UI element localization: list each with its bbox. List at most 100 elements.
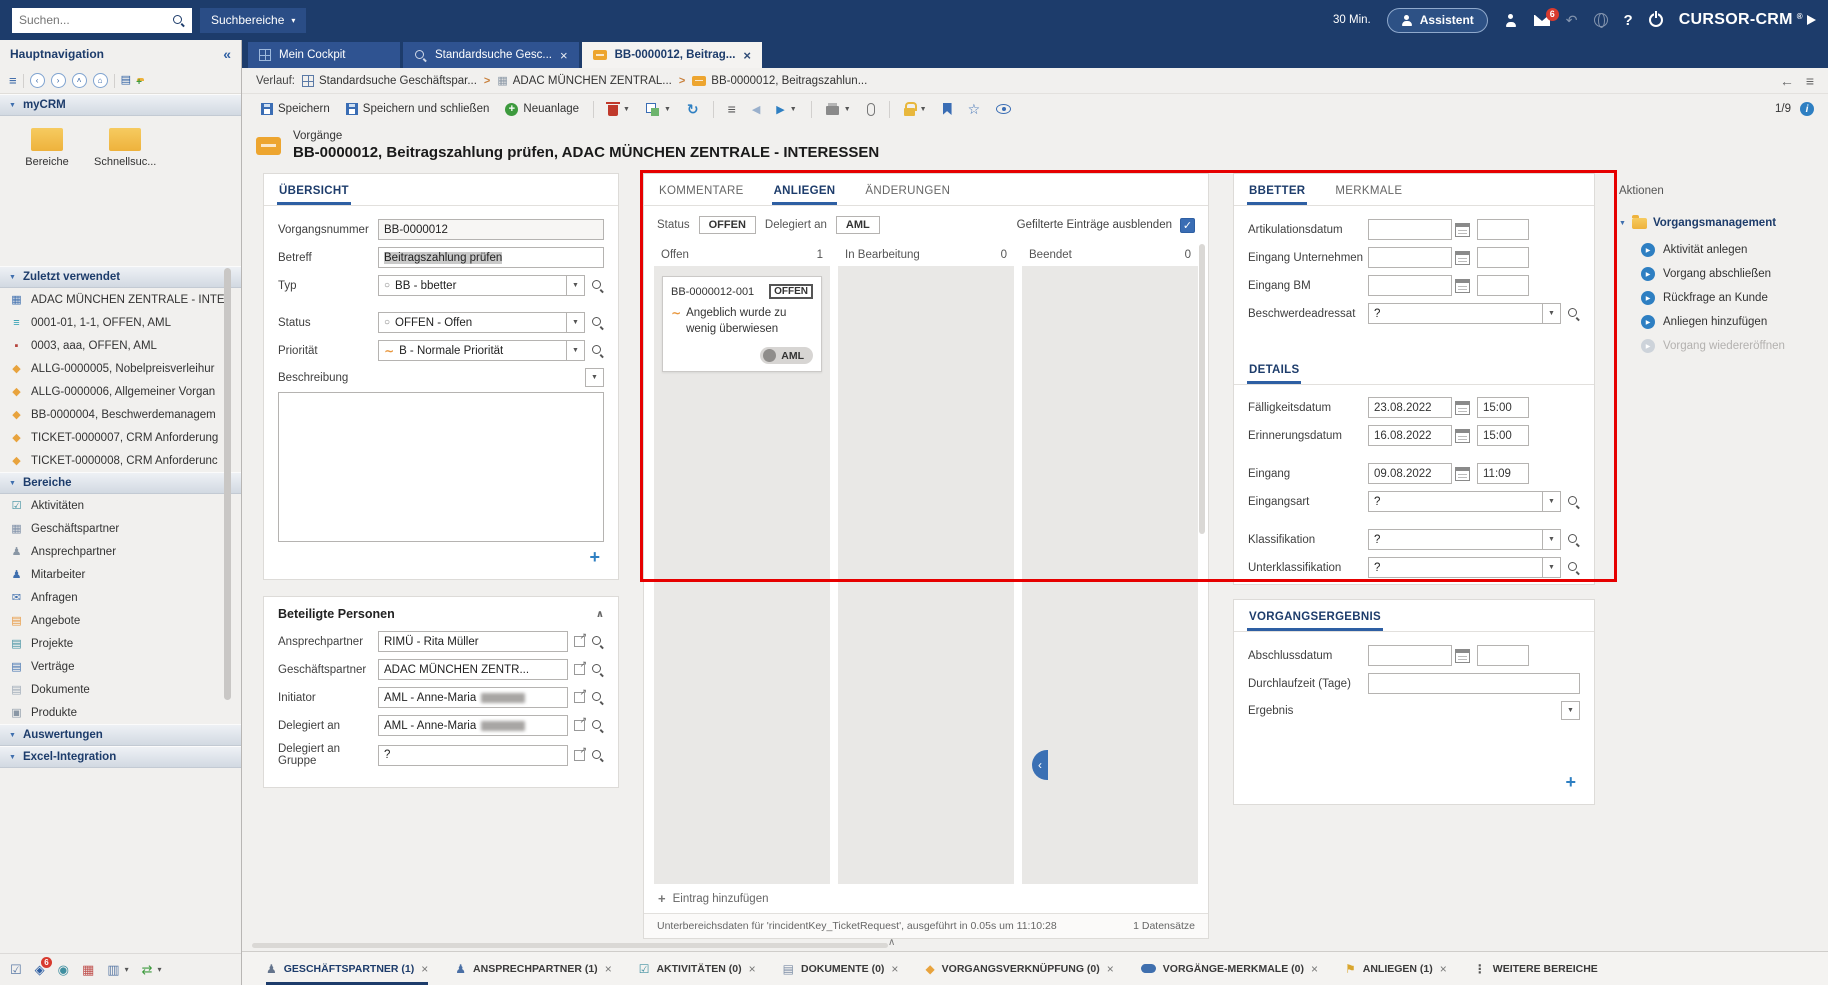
initiator-input[interactable]: AML - Anne-Maria bbox=[378, 687, 568, 708]
close-icon[interactable]: × bbox=[743, 48, 751, 63]
favorite-button[interactable]: ☆ bbox=[963, 98, 986, 121]
recent-item[interactable]: ◆TICKET-0000007, CRM Anforderung bbox=[0, 426, 241, 449]
lookup-search-icon[interactable] bbox=[591, 635, 604, 648]
info-icon[interactable]: i bbox=[1800, 102, 1814, 116]
help-button[interactable]: ? bbox=[1624, 12, 1633, 29]
sidebar-item-vertraege[interactable]: ▤Verträge bbox=[0, 655, 241, 678]
tab-kommentare[interactable]: KOMMENTARE bbox=[657, 174, 746, 205]
delete-button[interactable]: ▼ bbox=[603, 99, 635, 119]
web-icon[interactable]: ◉ bbox=[58, 963, 69, 976]
open-record-icon[interactable] bbox=[574, 692, 585, 703]
sidebar-item-aktivitaeten[interactable]: ☑Aktivitäten bbox=[0, 494, 241, 517]
globe-icon[interactable] bbox=[1594, 13, 1608, 27]
sidebar-item-dokumente[interactable]: ▤Dokumente bbox=[0, 678, 241, 701]
recent-item[interactable]: ◆BB-0000004, Beschwerdemanagem bbox=[0, 403, 241, 426]
dropdown-button[interactable]: ▼ bbox=[567, 312, 585, 333]
global-search[interactable] bbox=[12, 8, 192, 33]
insert-plus-icon[interactable]: + bbox=[589, 548, 600, 566]
notifications-button[interactable]: 6 bbox=[1534, 15, 1550, 26]
nav-forward-button[interactable]: › bbox=[51, 73, 66, 88]
date-input[interactable] bbox=[1368, 219, 1452, 240]
sidebar-item-geschaeftspartner[interactable]: ▦Geschäftspartner bbox=[0, 517, 241, 540]
assignee-pill[interactable]: AML bbox=[760, 347, 813, 364]
lookup-search-icon[interactable] bbox=[591, 316, 604, 329]
bookmark-button[interactable] bbox=[938, 100, 957, 118]
time-input[interactable] bbox=[1477, 645, 1529, 666]
calendar-icon[interactable] bbox=[1455, 467, 1470, 481]
open-record-icon[interactable] bbox=[574, 636, 585, 647]
recent-item[interactable]: ◆ALLG-0000005, Nobelpreisverleihur bbox=[0, 357, 241, 380]
panel-scrollbar[interactable] bbox=[1199, 244, 1205, 534]
bottomtab-aktivitaeten[interactable]: ☑AKTIVITÄTEN (0)× bbox=[639, 952, 756, 985]
close-icon[interactable]: × bbox=[749, 962, 756, 976]
breadcrumb-item[interactable]: BB-0000012, Beitragszahlun... bbox=[692, 75, 867, 87]
tab-uebersicht[interactable]: ÜBERSICHT bbox=[277, 174, 351, 205]
prioritaet-input[interactable]: ∼B - Normale Priorität bbox=[378, 340, 567, 361]
recent-item[interactable]: ▦ADAC MÜNCHEN ZENTRALE - INTE bbox=[0, 288, 241, 311]
bottomtab-vorgaenge-merkmale[interactable]: VORGÄNGE-MERKMALE (0)× bbox=[1141, 952, 1318, 985]
calendar-icon[interactable] bbox=[1455, 649, 1470, 663]
folder-schnellsuche[interactable]: Schnellsuc... bbox=[94, 128, 156, 168]
history-list-icon[interactable]: ≡ bbox=[1806, 73, 1814, 89]
betreff-input[interactable]: Beitragszahlung prüfen bbox=[378, 247, 604, 268]
dropdown-button[interactable]: ▼ bbox=[1543, 529, 1561, 550]
calendar-icon[interactable] bbox=[1455, 251, 1470, 265]
refresh-button[interactable]: ↻ bbox=[682, 99, 704, 119]
dropdown-button[interactable]: ▼ bbox=[567, 340, 585, 361]
dropdown-button[interactable]: ▼ bbox=[567, 275, 585, 296]
breadcrumb-item[interactable]: ▦ ADAC MÜNCHEN ZENTRAL... bbox=[497, 74, 672, 87]
lookup-search-icon[interactable] bbox=[591, 344, 604, 357]
bottomtab-ansprechpartner[interactable]: ♟ANSPRECHPARTNER (1)× bbox=[455, 952, 611, 985]
lookup-search-icon[interactable] bbox=[1567, 533, 1580, 546]
open-record-icon[interactable] bbox=[574, 664, 585, 675]
sidebar-item-angebote[interactable]: ▤Angebote bbox=[0, 609, 241, 632]
sidebar-section-bereiche[interactable]: ▼ Bereiche bbox=[0, 472, 241, 494]
logout-icon[interactable] bbox=[1649, 13, 1663, 27]
sidebar-item-projekte[interactable]: ▤Projekte bbox=[0, 632, 241, 655]
tab-vorgang-bb0000012[interactable]: BB-0000012, Beitrag... × bbox=[582, 42, 762, 68]
open-record-icon[interactable] bbox=[574, 750, 585, 761]
date-input[interactable]: 09.08.2022 bbox=[1368, 463, 1452, 484]
home-button[interactable]: ⌂ bbox=[93, 73, 108, 88]
tab-aenderungen[interactable]: ÄNDERUNGEN bbox=[863, 174, 952, 205]
menu-icon[interactable]: ≡ bbox=[9, 74, 17, 87]
dropdown-button[interactable]: ▼ bbox=[1543, 491, 1561, 512]
insert-plus-icon[interactable]: + bbox=[1565, 773, 1576, 791]
column-dropzone[interactable]: BB-0000012-001 OFFEN ∼ Angeblich wurde z… bbox=[654, 266, 830, 884]
lookup-search-icon[interactable] bbox=[591, 663, 604, 676]
user-profile-icon[interactable] bbox=[1504, 14, 1518, 27]
actions-group-vorgangsmanagement[interactable]: ▼ Vorgangsmanagement bbox=[1619, 217, 1809, 229]
modules-icon[interactable]: ▦ bbox=[82, 963, 94, 976]
folder-bereiche[interactable]: Bereiche bbox=[16, 128, 78, 168]
calendar-icon[interactable] bbox=[1455, 223, 1470, 237]
unterklassifikation-input[interactable]: ? bbox=[1368, 557, 1543, 578]
eingangsart-input[interactable]: ? bbox=[1368, 491, 1543, 512]
column-dropzone[interactable] bbox=[838, 266, 1014, 884]
attachment-button[interactable] bbox=[862, 100, 880, 119]
bottomtab-weitere-bereiche[interactable]: ⋮WEITERE BEREICHE bbox=[1474, 952, 1598, 985]
save-button[interactable]: Speichern bbox=[256, 100, 335, 118]
sidebar-section-excel[interactable]: ▼ Excel-Integration bbox=[0, 746, 241, 768]
lookup-search-icon[interactable] bbox=[1567, 307, 1580, 320]
nav-up-button[interactable]: ˄ bbox=[72, 73, 87, 88]
bottomtab-anliegen[interactable]: ⚑ANLIEGEN (1)× bbox=[1345, 952, 1447, 985]
horizontal-scrollbar[interactable] bbox=[252, 943, 888, 948]
tab-bbetter[interactable]: BBETTER bbox=[1247, 174, 1307, 205]
bottomtab-vorgangsverknuepfung[interactable]: ◆VORGANGSVERKNÜPFUNG (0)× bbox=[925, 952, 1113, 985]
dropdown-button[interactable]: ▼ bbox=[1543, 557, 1561, 578]
recent-item[interactable]: ≡0001-01, 1-1, OFFEN, AML bbox=[0, 311, 241, 334]
time-input[interactable] bbox=[1477, 275, 1529, 296]
time-input[interactable] bbox=[1477, 247, 1529, 268]
tab-standardsuche[interactable]: Standardsuche Gesc... × bbox=[403, 42, 579, 68]
action-vorgang-abschliessen[interactable]: ▶Vorgang abschließen bbox=[1619, 262, 1809, 286]
calendar-icon[interactable] bbox=[1455, 429, 1470, 443]
sidebar-item-produkte[interactable]: ▣Produkte bbox=[0, 701, 241, 724]
date-input[interactable] bbox=[1368, 247, 1452, 268]
add-entry-button[interactable]: + Eintrag hinzufügen bbox=[644, 884, 1208, 913]
vorgangsnummer-input[interactable]: BB-0000012 bbox=[378, 219, 604, 240]
copy-structure-icon[interactable]: ▤ bbox=[121, 75, 131, 86]
text-template-dropdown-button[interactable]: ▼ bbox=[1561, 701, 1580, 720]
calendar-icon[interactable] bbox=[1455, 279, 1470, 293]
undo-icon[interactable]: ↶ bbox=[1566, 13, 1578, 27]
hide-filtered-checkbox[interactable]: ✓ bbox=[1180, 218, 1195, 233]
